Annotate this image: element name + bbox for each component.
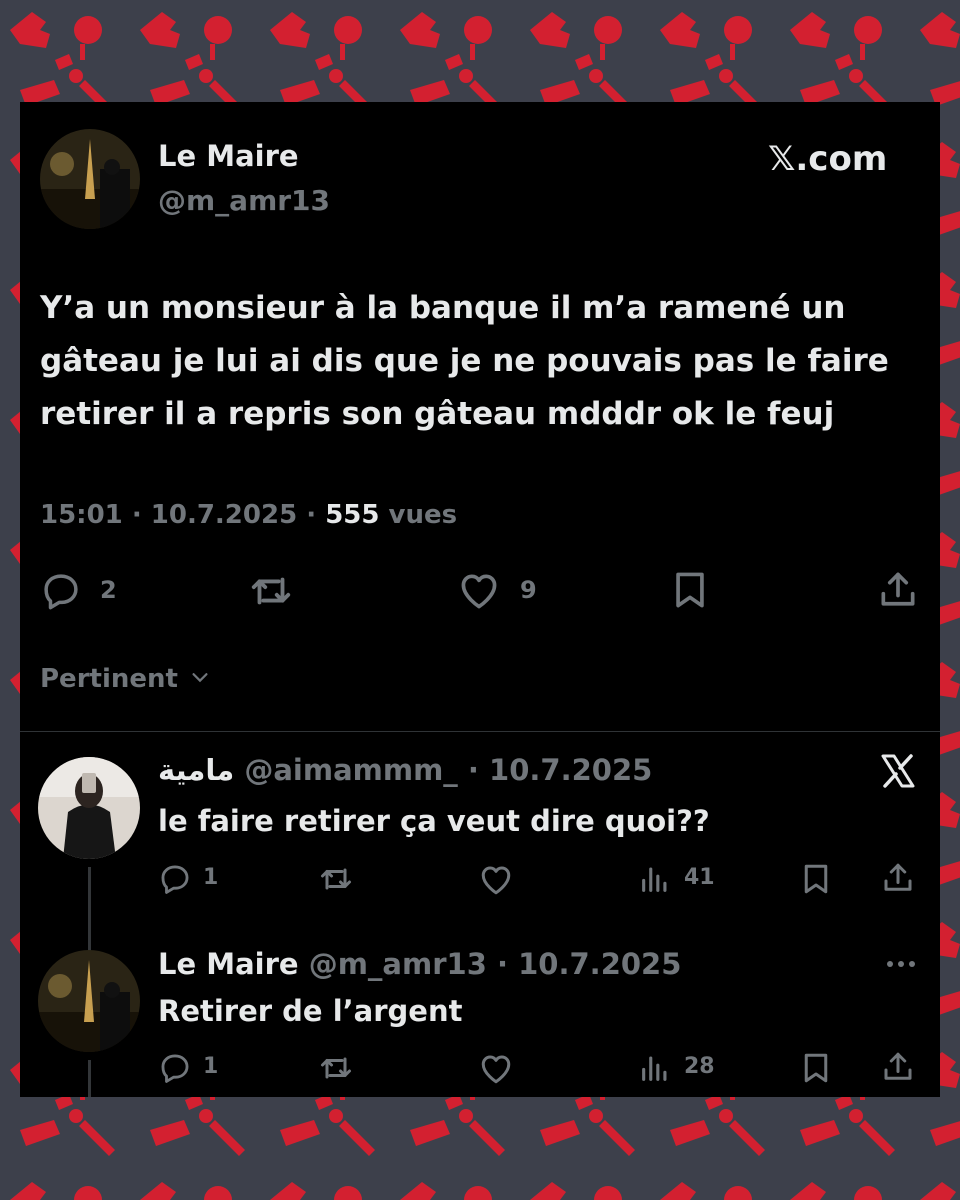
bookmark-icon[interactable]	[668, 568, 712, 612]
reply-date[interactable]: 10.7.2025	[518, 947, 681, 981]
like-count: 9	[520, 576, 537, 604]
x-logo-icon	[880, 754, 916, 788]
reply-header: Le Maire @m_amr13 · 10.7.2025	[158, 947, 681, 981]
reply-icon[interactable]	[158, 1051, 192, 1085]
more-icon[interactable]	[884, 954, 918, 974]
meta-separator: ·	[131, 500, 142, 530]
sort-selector[interactable]: Pertinent	[40, 664, 211, 695]
avatar-photo	[38, 757, 140, 859]
divider	[20, 731, 940, 732]
thread-line	[88, 867, 91, 962]
sort-label: Pertinent	[40, 664, 178, 694]
views-count: 28	[684, 1054, 715, 1079]
reply-author-handle[interactable]: @aimammm_	[244, 753, 457, 787]
reply-author-handle[interactable]: @m_amr13	[309, 947, 487, 981]
reply-count: 2	[100, 576, 117, 604]
tweet-meta: 15:01 · 10.7.2025 · 555 vues	[40, 500, 457, 530]
views-count: 555	[325, 500, 380, 530]
views-count: 41	[684, 865, 715, 890]
bookmark-icon[interactable]	[798, 861, 834, 897]
retweet-icon[interactable]	[318, 1050, 354, 1086]
tweet-card: Le Maire @m_amr13 𝕏.com Y’a un monsieur …	[20, 102, 940, 1097]
meta-separator: ·	[306, 500, 317, 530]
reply-text: Retirer de l’argent	[158, 994, 463, 1028]
avatar[interactable]	[38, 950, 140, 1052]
avatar-photo	[40, 129, 140, 229]
reply-date[interactable]: 10.7.2025	[489, 753, 652, 787]
views-icon[interactable]	[638, 862, 672, 896]
meta-separator: ·	[496, 947, 509, 981]
tweet-date[interactable]: 10.7.2025	[151, 500, 297, 530]
reply-icon[interactable]	[158, 862, 192, 896]
reply-text: le faire retirer ça veut dire quoi??	[158, 804, 710, 838]
author-name[interactable]: Le Maire	[158, 139, 299, 173]
reply-author-name[interactable]: مامية	[158, 753, 234, 787]
x-com-brand: 𝕏.com	[768, 139, 888, 179]
tweet-text-line-1: Y’a un monsieur à la banque il m’a ramen…	[40, 290, 846, 326]
tweet-text-line-2: gâteau je lui ai dis que je ne pouvais p…	[40, 343, 889, 379]
tweet-text-line-3: retirer il a repris son gâteau mdddr ok …	[40, 396, 835, 432]
reply-icon[interactable]	[40, 570, 82, 612]
reply-count: 1	[203, 865, 219, 890]
views-label: vues	[388, 500, 458, 530]
reply-count: 1	[203, 1054, 219, 1079]
views-icon[interactable]	[638, 1051, 672, 1085]
avatar[interactable]	[40, 129, 140, 229]
avatar-photo	[38, 950, 140, 1052]
share-icon[interactable]	[876, 568, 920, 612]
avatar[interactable]	[38, 757, 140, 859]
meta-separator: ·	[467, 753, 479, 787]
bookmark-icon[interactable]	[798, 1050, 834, 1086]
reply-header: مامية @aimammm_ · 10.7.2025	[158, 753, 652, 787]
retweet-icon[interactable]	[248, 568, 294, 614]
like-icon[interactable]	[478, 862, 514, 898]
chevron-down-icon	[189, 665, 211, 695]
author-handle[interactable]: @m_amr13	[158, 184, 330, 217]
tweet-time[interactable]: 15:01	[40, 500, 123, 530]
share-icon[interactable]	[880, 1049, 916, 1085]
like-icon[interactable]	[478, 1051, 514, 1087]
reply-author-name[interactable]: Le Maire	[158, 947, 299, 981]
like-icon[interactable]	[457, 569, 501, 613]
share-icon[interactable]	[880, 860, 916, 896]
thread-line	[88, 1060, 91, 1097]
retweet-icon[interactable]	[318, 861, 354, 897]
